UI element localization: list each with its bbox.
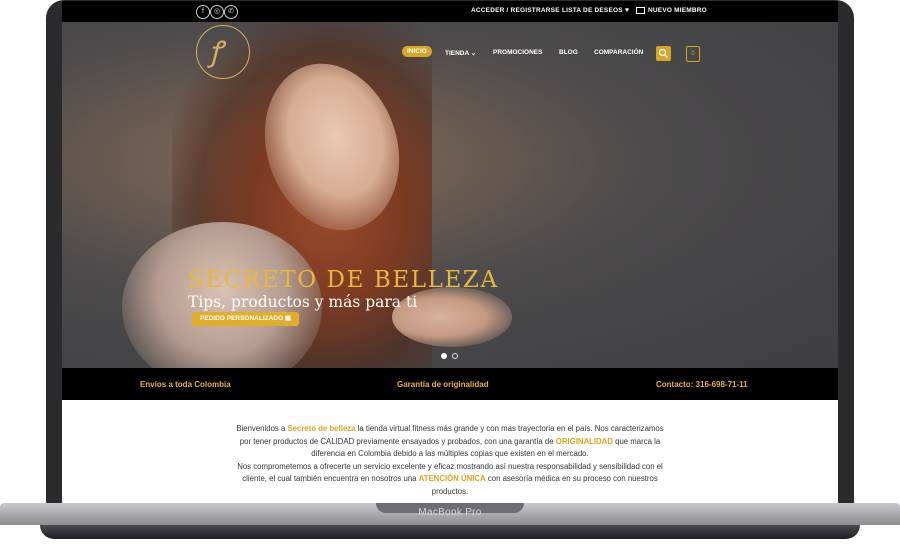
- nav-comparacion[interactable]: COMPARACIÓN: [594, 49, 643, 56]
- logo-monogram-icon: ꝭ: [209, 35, 223, 68]
- facebook-icon[interactable]: f: [196, 5, 210, 19]
- welcome-text-part: Bienvenidos a: [236, 424, 288, 433]
- base-bottom: [40, 525, 860, 539]
- login-register-link[interactable]: ACCEDER / REGISTRARSE: [471, 7, 560, 14]
- device-label: MacBook Pro: [418, 507, 482, 518]
- wishlist-label: LISTA DE DESEOS: [562, 7, 623, 14]
- cart-button[interactable]: 0: [686, 46, 700, 62]
- new-member-link[interactable]: NUEVO MIEMBRO: [636, 7, 707, 14]
- guarantee-info: Garantía de originalidad: [397, 380, 489, 389]
- contact-info[interactable]: Contacto: 316-698-71-11: [656, 380, 748, 389]
- cart-count: 0: [691, 51, 695, 57]
- instagram-icon[interactable]: ◎: [210, 5, 224, 19]
- nav-tienda-label: TIENDA: [445, 50, 469, 57]
- nav-blog[interactable]: BLOG: [559, 49, 578, 56]
- search-icon: [658, 48, 668, 58]
- info-strip: Envíos a toda Colombia Garantía de origi…: [62, 368, 838, 400]
- nav-promociones[interactable]: PROMOCIONES: [493, 49, 542, 56]
- chevron-down-icon: ⌄: [470, 50, 477, 57]
- nav-inicio[interactable]: INICIO: [402, 46, 432, 57]
- hero-slider: ꝭ INICIO TIENDA ⌄ PROMOCIONES BLOG COMPA…: [62, 22, 838, 368]
- heart-icon: ♥: [624, 7, 630, 14]
- top-bar: f ◎ ✆ ACCEDER / REGISTRARSE LISTA DE DES…: [62, 1, 838, 22]
- new-member-label: NUEVO MIEMBRO: [648, 7, 707, 15]
- slider-dot-2[interactable]: [452, 353, 458, 359]
- originality-highlight: ORIGINALIDAD: [555, 436, 613, 446]
- brand-highlight: Secreto de belleza: [287, 424, 356, 433]
- nav-tienda[interactable]: TIENDA ⌄: [445, 49, 476, 57]
- mail-icon: [636, 7, 645, 14]
- wishlist-link[interactable]: LISTA DE DESEOS ♥: [562, 7, 629, 14]
- browser-screen: f ◎ ✆ ACCEDER / REGISTRARSE LISTA DE DES…: [62, 1, 838, 504]
- hero-title: SECRETO DE BELLEZA: [188, 267, 499, 293]
- welcome-section: Bienvenidos a Secreto de belleza la tien…: [62, 400, 838, 504]
- search-button[interactable]: [656, 46, 671, 61]
- shipping-info: Envíos a toda Colombia: [140, 380, 231, 389]
- site-logo[interactable]: [196, 25, 250, 79]
- welcome-text: Bienvenidos a Secreto de belleza la tien…: [230, 423, 670, 498]
- bag-icon: ▣: [284, 315, 292, 322]
- nav-inicio-label: INICIO: [402, 46, 432, 57]
- custom-order-label: PEDIDO PERSONALIZADO: [200, 315, 284, 322]
- attention-highlight: ATENCIÓN ÚNICA: [418, 474, 486, 483]
- hero-subtitle: Tips, productos y más para ti: [188, 293, 418, 311]
- slider-dot-1[interactable]: [441, 353, 447, 359]
- custom-order-button[interactable]: PEDIDO PERSONALIZADO ▣: [192, 312, 300, 326]
- phone-icon[interactable]: ✆: [224, 5, 238, 19]
